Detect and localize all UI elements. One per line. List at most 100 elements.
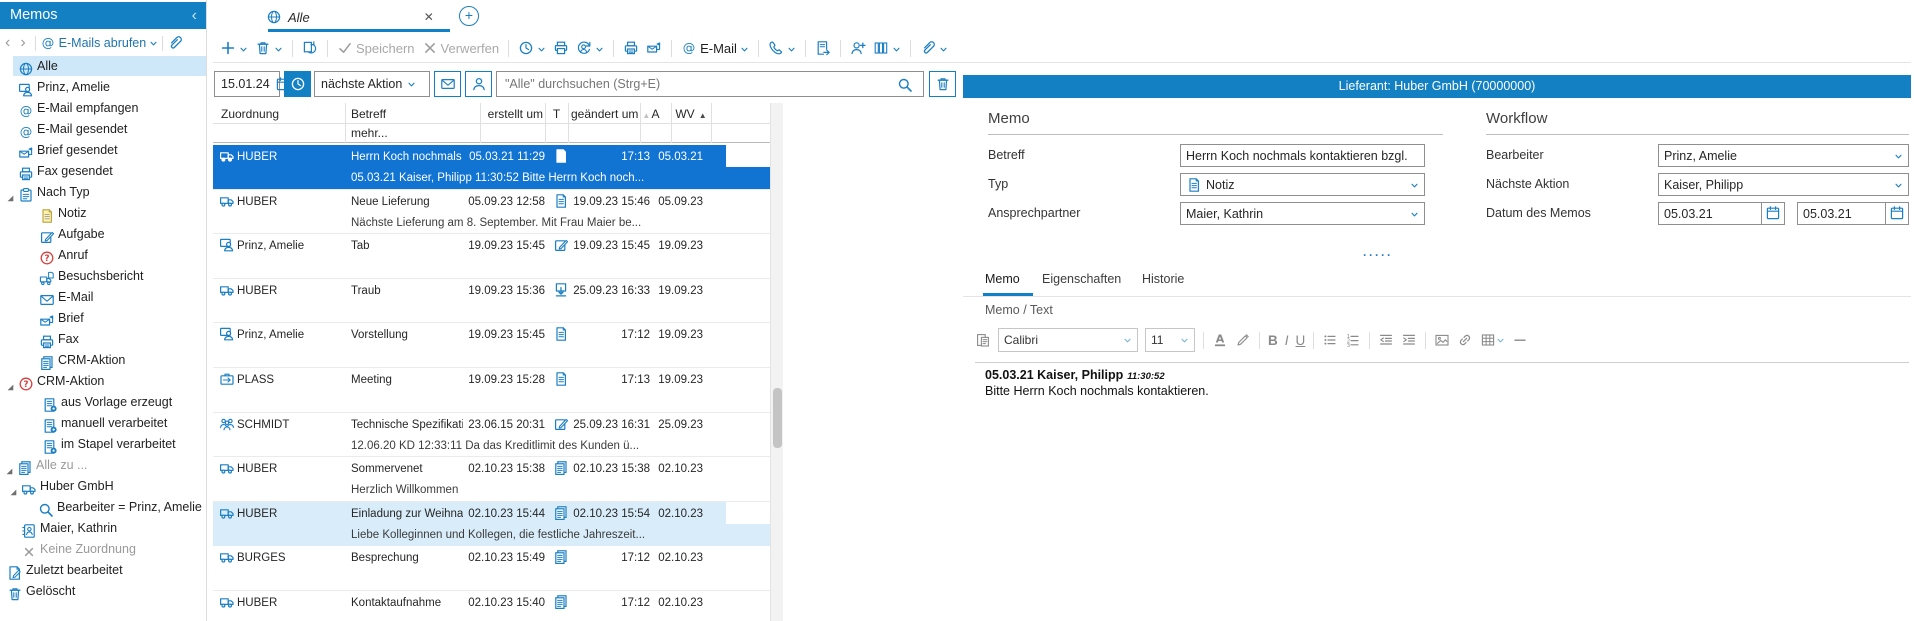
- sidebar-item-brief[interactable]: Brief: [0, 308, 206, 328]
- email-button[interactable]: @E-Mail: [681, 40, 749, 57]
- memo-row[interactable]: BURGESBesprechung02.10.23 15:4917:1202.1…: [213, 546, 770, 591]
- memo-row[interactable]: HUBERNeue Lieferung05.09.23 12:5819.09.2…: [213, 190, 770, 235]
- memo-row[interactable]: PLASSMeeting19.09.23 15:2817:1319.09.23: [213, 368, 770, 413]
- typ-select[interactable]: Notiz: [1180, 173, 1425, 196]
- sidebar-collapse-button[interactable]: ‹: [192, 2, 197, 29]
- horizontal-rule-button[interactable]: [1512, 332, 1528, 348]
- letter-button[interactable]: [646, 40, 662, 57]
- memo-row[interactable]: HUBERTraub19.09.23 15:3625.09.23 16:3319…: [213, 279, 770, 324]
- datum-input-2[interactable]: [1803, 207, 1880, 221]
- sidebar-item-besuchsbericht[interactable]: Besuchsbericht: [0, 266, 206, 286]
- tab-eigenschaften[interactable]: Eigenschaften: [1042, 272, 1121, 294]
- bearbeiter-select[interactable]: Prinz, Amelie: [1658, 144, 1909, 167]
- outdent-button[interactable]: [1378, 332, 1394, 348]
- italic-button[interactable]: I: [1285, 333, 1289, 348]
- sidebar-item-e-mail-gesendet[interactable]: @E-Mail gesendet: [0, 119, 206, 139]
- add-contact-button[interactable]: [850, 40, 866, 57]
- memo-row[interactable]: HUBEREinladung zur Weihna...02.10.23 15:…: [213, 502, 770, 547]
- fetch-emails-button[interactable]: E-Mails abrufen: [59, 36, 147, 50]
- indent-button[interactable]: [1401, 332, 1417, 348]
- date-filter-input[interactable]: 15.01.24: [214, 71, 280, 97]
- sidebar-item-fax[interactable]: Fax: [0, 329, 206, 349]
- sidebar-item-fax-gesendet[interactable]: Fax gesendet: [0, 161, 206, 181]
- contact-filter-button[interactable]: [465, 71, 492, 97]
- paperclip-icon[interactable]: [167, 35, 183, 51]
- tab-alle[interactable]: Alle ✕: [266, 5, 434, 29]
- sidebar-item-huber-gmbh[interactable]: Huber GmbH: [0, 476, 206, 496]
- mail-filter-button[interactable]: [434, 71, 461, 97]
- back-button[interactable]: ‹: [0, 33, 15, 53]
- sidebar-item-gel-scht[interactable]: Gelöscht: [0, 581, 206, 601]
- font-color-button[interactable]: A: [1212, 332, 1228, 348]
- sidebar-item-aufgabe[interactable]: Aufgabe: [0, 224, 206, 244]
- paste-button[interactable]: [975, 332, 991, 348]
- sidebar-item-nach-typ[interactable]: Nach Typ: [0, 182, 206, 202]
- attachment-button[interactable]: [920, 40, 948, 57]
- delete-button[interactable]: [255, 40, 283, 57]
- betreff-field[interactable]: [1180, 144, 1425, 167]
- reminder-button[interactable]: [518, 40, 546, 57]
- tab-close-icon[interactable]: ✕: [424, 10, 434, 24]
- export-button[interactable]: [815, 40, 831, 57]
- clear-search-button[interactable]: [929, 71, 956, 97]
- sidebar-item-notiz[interactable]: Notiz: [0, 203, 206, 223]
- search-input[interactable]: [496, 71, 924, 97]
- betreff-input[interactable]: [1186, 149, 1419, 163]
- column-header-wv[interactable]: WV▲: [671, 105, 711, 123]
- sidebar-item-alle-zu[interactable]: Alle zu ...: [0, 455, 206, 475]
- new-tab-button[interactable]: +: [459, 6, 479, 26]
- sidebar-item-crm-aktion[interactable]: CRM-Aktion: [0, 350, 206, 370]
- tab-historie[interactable]: Historie: [1142, 272, 1184, 294]
- print-button[interactable]: [553, 40, 569, 57]
- refresh-button[interactable]: [302, 40, 318, 57]
- sidebar-item-aus-vorlage-erzeugt[interactable]: aus Vorlage erzeugt: [0, 392, 206, 412]
- new-memo-button[interactable]: [220, 40, 248, 57]
- ansprechpartner-select[interactable]: Maier, Kathrin: [1180, 202, 1425, 225]
- tree-expander-icon[interactable]: [8, 481, 18, 491]
- calendar-button-2[interactable]: [1886, 202, 1909, 225]
- memo-row[interactable]: HUBERKontaktaufnahme02.10.23 15:4017:120…: [213, 591, 770, 621]
- underline-button[interactable]: U: [1296, 333, 1306, 348]
- memo-row[interactable]: Prinz, AmelieVorstellung19.09.23 15:4517…: [213, 323, 770, 368]
- splitter-handle[interactable]: ·····: [1348, 248, 1408, 262]
- sidebar-item-e-mail[interactable]: E-Mail: [0, 287, 206, 307]
- save-button[interactable]: Speichern: [337, 40, 415, 57]
- more-filter-link[interactable]: mehr...: [351, 124, 388, 142]
- sidebar-item-e-mail-empfangen[interactable]: @E-Mail empfangen: [0, 98, 206, 118]
- column-header-betreff[interactable]: Betreff: [351, 105, 386, 123]
- chevron-down-icon[interactable]: [149, 36, 158, 50]
- search-icon[interactable]: [897, 76, 913, 94]
- calendar-button-1[interactable]: [1762, 202, 1785, 225]
- column-header-zuordnung[interactable]: Zuordnung: [221, 105, 279, 123]
- memo-row[interactable]: Prinz, AmelieTab19.09.23 15:4519.09.23 1…: [213, 234, 770, 279]
- reminder-filter-toggle[interactable]: [284, 71, 311, 97]
- insert-link-button[interactable]: [1457, 332, 1473, 348]
- sidebar-item-zuletzt-bearbeitet[interactable]: Zuletzt bearbeitet: [0, 560, 206, 580]
- memo-row[interactable]: HUBERHerrn Koch nochmals ...05.03.21 11:…: [213, 145, 770, 190]
- font-family-select[interactable]: Calibri: [998, 328, 1138, 352]
- tree-expander-icon[interactable]: [5, 376, 15, 386]
- sidebar-item-crm-aktion[interactable]: ?CRM-Aktion: [0, 371, 206, 391]
- sidebar-item-keine-zuordnung[interactable]: Keine Zuordnung: [0, 539, 206, 559]
- font-size-select[interactable]: 11: [1145, 328, 1195, 352]
- sidebar-item-maier-kathrin[interactable]: Maier, Kathrin: [0, 518, 206, 538]
- tree-expander-icon[interactable]: [4, 460, 14, 470]
- numbered-list-button[interactable]: 123: [1345, 332, 1361, 348]
- sidebar-item-manuell-verarbeitet[interactable]: manuell verarbeitet: [0, 413, 206, 433]
- tab-memo[interactable]: Memo: [985, 272, 1020, 294]
- assign-button[interactable]: [576, 40, 604, 57]
- memo-row[interactable]: HUBERSommervenet02.10.23 15:3802.10.23 1…: [213, 457, 770, 502]
- memo-entry-text[interactable]: Bitte Herrn Koch nochmals kontaktieren.: [985, 384, 1209, 398]
- sidebar-item-anruf[interactable]: ?Anruf: [0, 245, 206, 265]
- scrollbar-thumb[interactable]: [773, 388, 782, 448]
- forward-button[interactable]: ›: [15, 33, 30, 53]
- column-header-t[interactable]: T: [545, 105, 568, 123]
- column-header-geaendert[interactable]: geändert um▲: [571, 105, 650, 123]
- call-button[interactable]: [768, 40, 796, 57]
- insert-table-button[interactable]: [1480, 332, 1505, 348]
- action-filter-select[interactable]: nächste Aktion: [314, 71, 430, 97]
- memo-row[interactable]: SCHMIDTTechnische Spezifikation23.06.15 …: [213, 413, 770, 458]
- datum-field-1[interactable]: [1658, 202, 1762, 225]
- column-header-erstellt[interactable]: erstellt um: [477, 105, 543, 123]
- naechste-aktion-select[interactable]: Kaiser, Philipp: [1658, 173, 1909, 196]
